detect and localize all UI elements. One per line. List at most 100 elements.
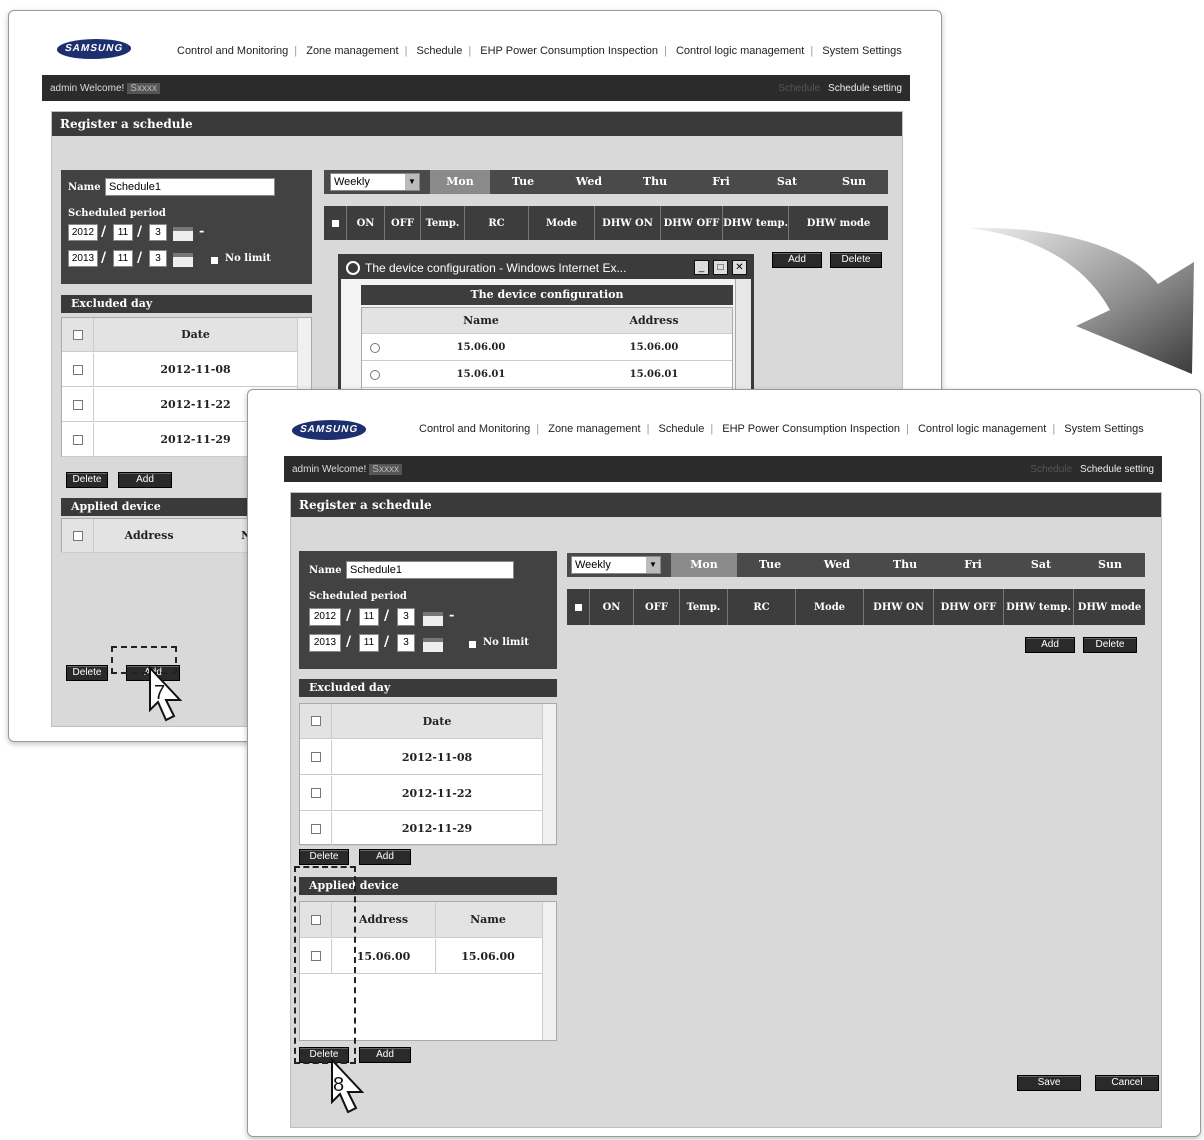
- page-title: Register a schedule: [52, 112, 902, 136]
- excluded-day-title: Excluded day: [61, 295, 312, 313]
- end-month[interactable]: 11: [359, 634, 379, 652]
- excluded-add-button[interactable]: Add: [118, 472, 172, 488]
- tab-mon[interactable]: Mon: [671, 553, 737, 577]
- nav-schedule[interactable]: Schedule: [658, 423, 704, 435]
- end-year[interactable]: 2013: [68, 250, 98, 267]
- breadcrumb: Schedule Schedule setting: [1030, 464, 1154, 475]
- end-day[interactable]: 3: [149, 250, 167, 267]
- start-day[interactable]: 3: [397, 608, 415, 626]
- minimize-icon[interactable]: _: [694, 260, 709, 275]
- tab-mon[interactable]: Mon: [430, 170, 490, 194]
- tab-sat[interactable]: Sat: [754, 170, 820, 194]
- user-bar: admin Welcome! Sxxxx Schedule Schedule set…: [284, 456, 1162, 482]
- end-month[interactable]: 11: [113, 250, 133, 267]
- tab-sat[interactable]: Sat: [1007, 553, 1075, 577]
- nav-zone-management[interactable]: Zone management: [306, 45, 398, 57]
- nav-ehp-power[interactable]: EHP Power Consumption Inspection: [480, 45, 658, 57]
- close-icon[interactable]: ✕: [732, 260, 747, 275]
- tab-thu[interactable]: Thu: [871, 553, 939, 577]
- schedule-info-box: Name Schedule1 Scheduled period 2012 / 1…: [61, 170, 312, 284]
- calendar-icon[interactable]: [173, 253, 193, 267]
- tab-fri[interactable]: Fri: [939, 553, 1007, 577]
- schedule-columns: ON OFF Temp. RC Mode DHW ON DHW OFF DHW …: [324, 206, 888, 240]
- scrollbar[interactable]: [542, 704, 556, 844]
- samsung-logo: SAMSUNG: [54, 39, 134, 59]
- top-nav: Control and Monitoring | Zone management |…: [419, 423, 1144, 435]
- day-tabs: Weekly ▼ Mon Tue Wed Thu Fri Sat Sun: [324, 170, 888, 194]
- nav-control-logic[interactable]: Control logic management: [918, 423, 1046, 435]
- step-7-label: 7: [154, 682, 166, 704]
- select-all-checkbox[interactable]: [73, 329, 83, 340]
- repeat-select[interactable]: Weekly ▼: [330, 173, 420, 191]
- cancel-button[interactable]: Cancel: [1095, 1075, 1159, 1091]
- schedule-columns: ON OFF Temp. RC Mode DHW ON DHW OFF DHW …: [567, 589, 1145, 625]
- name-input[interactable]: Schedule1: [105, 178, 275, 196]
- end-year[interactable]: 2013: [309, 634, 341, 652]
- welcome-text: admin Welcome! Sxxxx: [292, 464, 402, 475]
- repeat-select[interactable]: Weekly ▼: [571, 556, 661, 574]
- nav-control-monitoring[interactable]: Control and Monitoring: [177, 45, 288, 57]
- schedule-add-button[interactable]: Add: [1025, 637, 1075, 653]
- start-year[interactable]: 2012: [309, 608, 341, 626]
- nav-system-settings[interactable]: System Settings: [1064, 423, 1143, 435]
- calendar-icon[interactable]: [423, 638, 443, 652]
- select-all-checkbox[interactable]: [574, 603, 582, 611]
- save-button[interactable]: Save: [1017, 1075, 1081, 1091]
- maximize-icon[interactable]: □: [713, 260, 728, 275]
- tab-wed[interactable]: Wed: [803, 553, 871, 577]
- table-row: 2012-11-08: [62, 353, 311, 387]
- table-row: 2012-11-08: [300, 740, 556, 775]
- start-month[interactable]: 11: [359, 608, 379, 626]
- calendar-icon[interactable]: [173, 227, 193, 241]
- nav-control-monitoring[interactable]: Control and Monitoring: [419, 423, 530, 435]
- dropdown-arrow-icon: ▼: [646, 557, 660, 573]
- scrollbar[interactable]: [735, 279, 751, 394]
- nav-zone-management[interactable]: Zone management: [548, 423, 640, 435]
- no-limit-checkbox[interactable]: [469, 641, 476, 648]
- device-radio[interactable]: [370, 343, 380, 353]
- excluded-delete-button[interactable]: Delete: [299, 849, 349, 865]
- end-day[interactable]: 3: [397, 634, 415, 652]
- tab-thu[interactable]: Thu: [622, 170, 688, 194]
- device-configuration-popup: The device configuration - Windows Inter…: [338, 254, 754, 394]
- calendar-icon[interactable]: [423, 612, 443, 626]
- schedule-info-box: Name Schedule1 Scheduled period 2012 / 1…: [299, 551, 557, 669]
- nav-schedule[interactable]: Schedule: [416, 45, 462, 57]
- schedule-delete-button[interactable]: Delete: [830, 252, 882, 268]
- transition-arrow-icon: [968, 227, 1194, 374]
- tab-sun[interactable]: Sun: [1075, 553, 1145, 577]
- tab-tue[interactable]: Tue: [737, 553, 803, 577]
- excluded-delete-button[interactable]: Delete: [66, 472, 108, 488]
- schedule-delete-button[interactable]: Delete: [1083, 637, 1137, 653]
- breadcrumb: Schedule Schedule setting: [778, 83, 902, 94]
- select-all-checkbox[interactable]: [331, 219, 339, 227]
- no-limit-checkbox[interactable]: [211, 257, 218, 264]
- schedule-add-button[interactable]: Add: [772, 252, 822, 268]
- samsung-logo: SAMSUNG: [289, 420, 369, 440]
- table-row: 2012-11-22: [300, 776, 556, 811]
- nav-ehp-power[interactable]: EHP Power Consumption Inspection: [722, 423, 900, 435]
- applied-delete-button[interactable]: Delete: [66, 665, 108, 681]
- tab-tue[interactable]: Tue: [490, 170, 556, 194]
- user-bar: admin Welcome! Sxxxx Schedule Schedule set…: [42, 75, 910, 101]
- table-row: 2012-11-29: [300, 812, 556, 846]
- ie-icon: [346, 261, 360, 275]
- start-day[interactable]: 3: [149, 224, 167, 241]
- excluded-add-button[interactable]: Add: [359, 849, 411, 865]
- select-all-checkbox[interactable]: [311, 716, 321, 726]
- welcome-text: admin Welcome! Sxxxx: [50, 83, 160, 94]
- start-month[interactable]: 11: [113, 224, 133, 241]
- name-input[interactable]: Schedule1: [346, 561, 514, 579]
- start-year[interactable]: 2012: [68, 224, 98, 241]
- tab-sun[interactable]: Sun: [820, 170, 888, 194]
- tab-fri[interactable]: Fri: [688, 170, 754, 194]
- nav-system-settings[interactable]: System Settings: [822, 45, 901, 57]
- scrollbar[interactable]: [542, 902, 556, 1040]
- nav-control-logic[interactable]: Control logic management: [676, 45, 804, 57]
- device-radio[interactable]: [370, 370, 380, 380]
- dropdown-arrow-icon: ▼: [405, 174, 419, 190]
- tab-wed[interactable]: Wed: [556, 170, 622, 194]
- popup-title-bar[interactable]: The device configuration - Windows Inter…: [341, 257, 751, 279]
- popup-heading: The device configuration: [361, 285, 733, 305]
- device-list-table: Name Address 15.06.00 15.06.00 15.06.01 15.…: [361, 307, 733, 394]
